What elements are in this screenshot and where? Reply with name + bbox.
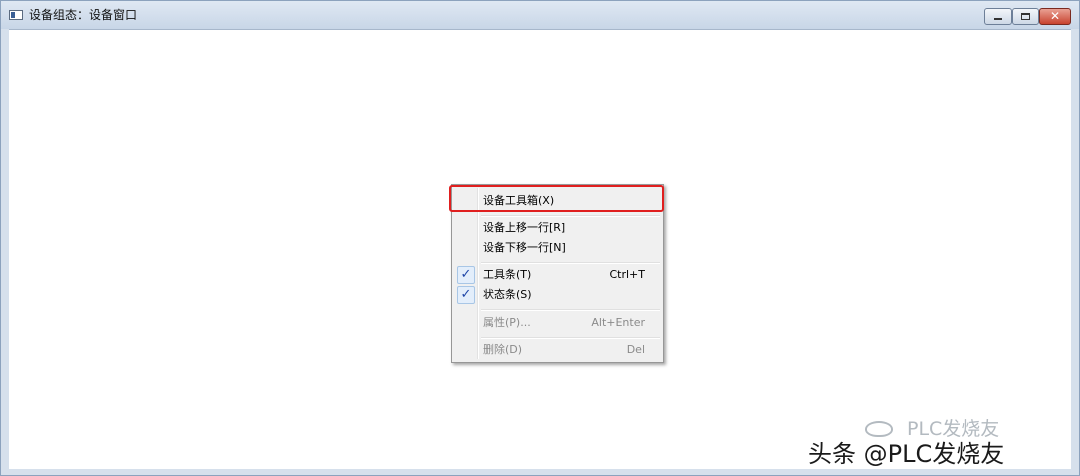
watermark-caption: 头条 @PLC发烧友 [808, 440, 1005, 468]
menu-item-delete[interactable]: 删除(D) Del [455, 340, 660, 360]
menu-item-shortcut: Del [626, 343, 645, 356]
menu-item-label: 状态条(S) [483, 288, 532, 301]
check-icon: ✓ [457, 286, 475, 304]
minimize-button[interactable] [984, 8, 1012, 25]
menu-item-statusbar[interactable]: ✓ 状态条(S) [455, 285, 660, 305]
menu-item-label: 设备下移一行[N] [483, 241, 566, 254]
menu-separator [481, 215, 660, 217]
menu-item-label: 工具条(T) [483, 268, 532, 281]
menu-item-move-row-down[interactable]: 设备下移一行[N] [455, 238, 660, 258]
menu-item-label: 删除(D) [483, 343, 523, 356]
maximize-icon [1021, 13, 1030, 20]
close-icon: ✕ [1049, 9, 1061, 23]
app-window-icon[interactable] [9, 10, 23, 20]
highlight-box [449, 185, 664, 212]
menu-item-properties[interactable]: 属性(P)... Alt+Enter [455, 313, 660, 333]
menu-item-shortcut: Ctrl+T [609, 268, 645, 281]
window-title: 设备组态：设备窗口 [29, 8, 138, 22]
menu-item-toolbar[interactable]: ✓ 工具条(T) Ctrl+T [455, 265, 660, 285]
menu-item-shortcut: Alt+Enter [591, 316, 645, 329]
close-button[interactable]: ✕ [1039, 8, 1071, 25]
menu-separator [481, 337, 660, 339]
menu-separator [481, 309, 660, 311]
minimize-icon [994, 18, 1002, 20]
menu-separator [481, 262, 660, 264]
title-bar[interactable]: 设备组态：设备窗口 ✕ [1, 1, 1079, 29]
check-icon: ✓ [457, 266, 475, 284]
menu-item-label: 属性(P)... [483, 316, 531, 329]
menu-item-label: 设备上移一行[R] [483, 221, 566, 234]
maximize-button[interactable] [1012, 8, 1039, 25]
menu-item-move-row-up[interactable]: 设备上移一行[R] [455, 218, 660, 238]
